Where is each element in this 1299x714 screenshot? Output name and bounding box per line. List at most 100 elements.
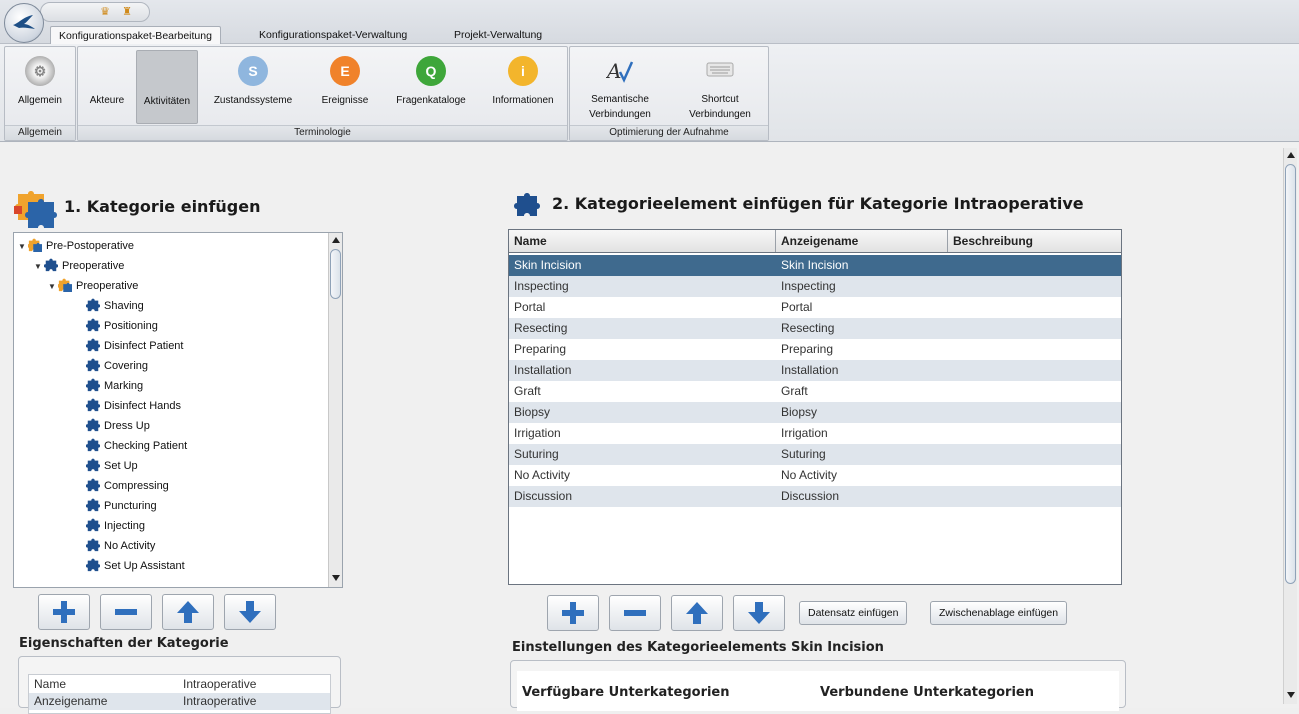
- zwischenablage-einfuegen-button[interactable]: Zwischenablage einfügen: [930, 601, 1068, 625]
- tree-node[interactable]: Disinfect Hands: [76, 396, 181, 416]
- category-tree[interactable]: ▼ Pre-Postoperative ▼ Preoperative ▼ Preopera…: [13, 232, 343, 588]
- table-row[interactable]: Biopsy Biopsy: [509, 402, 1121, 423]
- application-menu-button[interactable]: [4, 3, 44, 43]
- puzzle-icon: [86, 518, 100, 532]
- scrollbar-thumb[interactable]: [330, 249, 341, 299]
- expand-toggle-icon[interactable]: ▼: [34, 257, 44, 277]
- puzzle-icon: [86, 378, 100, 392]
- table-row[interactable]: Graft Graft: [509, 381, 1121, 402]
- zustandssysteme-button[interactable]: S Zustandssysteme: [203, 50, 303, 124]
- remove-element-button[interactable]: [609, 595, 661, 631]
- tab-konfigurationspaket-verwaltung[interactable]: Konfigurationspaket-Verwaltung: [251, 26, 415, 45]
- spellcheck-icon: A: [606, 59, 634, 83]
- ereignisse-button[interactable]: E Ereignisse: [310, 50, 380, 124]
- tree-node[interactable]: ▼ Pre-Postoperative: [18, 236, 134, 256]
- svg-text:A: A: [606, 59, 621, 83]
- puzzle-icon: [86, 298, 100, 312]
- main-vertical-scrollbar[interactable]: [1283, 148, 1297, 704]
- semantische-label-2: Verbindungen: [589, 109, 651, 120]
- expand-toggle-icon[interactable]: ▼: [48, 277, 58, 297]
- tree-node[interactable]: Compressing: [76, 476, 169, 496]
- expand-toggle-icon[interactable]: ▼: [18, 237, 28, 257]
- element-settings-panel: Verfügbare Unterkategorien Verbundene Un…: [510, 660, 1126, 711]
- open-icon[interactable]: ♜: [121, 6, 133, 18]
- tree-node[interactable]: Puncturing: [76, 496, 157, 516]
- tree-node[interactable]: Set Up: [76, 456, 138, 476]
- ereignisse-label: Ereignisse: [321, 95, 369, 106]
- save-icon[interactable]: ♛: [99, 6, 111, 18]
- column-header-anzeigename[interactable]: Anzeigename: [776, 230, 948, 252]
- tree-node[interactable]: Covering: [76, 356, 148, 376]
- allgemein-button[interactable]: ⚙ Allgemein: [8, 50, 72, 124]
- tree-vertical-scrollbar[interactable]: [328, 233, 342, 587]
- scroll-up-arrow-icon[interactable]: [1287, 152, 1295, 158]
- puzzle-icon: [86, 538, 100, 552]
- zustandssysteme-label: Zustandssysteme: [213, 95, 293, 106]
- akteure-button[interactable]: Akteure: [81, 50, 133, 124]
- table-row[interactable]: Portal Portal: [509, 297, 1121, 318]
- tree-node-label: Set Up: [104, 460, 138, 472]
- category-elements-table[interactable]: Name Anzeigename Beschreibung Skin Incis…: [508, 229, 1122, 585]
- table-row[interactable]: Irrigation Irrigation: [509, 423, 1121, 444]
- table-row[interactable]: Resecting Resecting: [509, 318, 1121, 339]
- tab-projekt-verwaltung[interactable]: Projekt-Verwaltung: [446, 26, 550, 45]
- property-row[interactable]: Name Intraoperative: [29, 676, 330, 693]
- table-cell-display: Installation: [781, 363, 839, 377]
- move-element-down-button[interactable]: [733, 595, 785, 631]
- column-header-beschreibung[interactable]: Beschreibung: [948, 230, 1121, 252]
- ereignisse-icon: E: [330, 56, 360, 86]
- tree-node[interactable]: Set Up Assistant: [76, 556, 185, 576]
- tree-node[interactable]: ▼ Preoperative: [48, 276, 138, 296]
- tree-node[interactable]: Disinfect Patient: [76, 336, 183, 356]
- tree-node[interactable]: Checking Patient: [76, 436, 187, 456]
- tab-konfigurationspaket-bearbeitung[interactable]: Konfigurationspaket-Bearbeitung: [50, 26, 221, 45]
- column-header-name[interactable]: Name: [509, 230, 776, 252]
- remove-category-button[interactable]: [100, 594, 152, 630]
- fragenkataloge-label: Fragenkataloge: [396, 95, 466, 106]
- add-element-button[interactable]: [547, 595, 599, 631]
- table-row[interactable]: No Activity No Activity: [509, 465, 1121, 486]
- table-header: Name Anzeigename Beschreibung: [509, 230, 1121, 253]
- table-row[interactable]: Skin Incision Skin Incision: [509, 255, 1121, 276]
- fragenkataloge-button[interactable]: Q Fragenkataloge: [384, 50, 478, 124]
- table-cell-name: Suturing: [514, 447, 559, 461]
- table-row[interactable]: Installation Installation: [509, 360, 1121, 381]
- property-row[interactable]: Anzeigename Intraoperative: [29, 693, 330, 710]
- tree-node-label: Preoperative: [76, 280, 139, 292]
- tree-node-label: Disinfect Hands: [104, 400, 182, 412]
- table-row[interactable]: Suturing Suturing: [509, 444, 1121, 465]
- table-cell-display: Irrigation: [781, 426, 828, 440]
- tree-node-label: Covering: [104, 360, 149, 372]
- table-row[interactable]: Discussion Discussion: [509, 486, 1121, 507]
- category-heading: 1. Kategorie einfügen: [64, 197, 261, 216]
- element-heading: 2. Kategorieelement einfügen für Kategor…: [552, 194, 1084, 213]
- tree-node[interactable]: ▼ Preoperative: [34, 256, 124, 276]
- tree-node[interactable]: Shaving: [76, 296, 144, 316]
- table-cell-display: Resecting: [781, 321, 835, 335]
- shortcut-verbindungen-button[interactable]: Shortcut Verbindungen: [674, 50, 766, 124]
- scroll-down-arrow-icon[interactable]: [332, 575, 340, 581]
- tree-node[interactable]: Injecting: [76, 516, 145, 536]
- plus-icon: [53, 601, 75, 623]
- tree-node[interactable]: Positioning: [76, 316, 158, 336]
- add-category-button[interactable]: [38, 594, 90, 630]
- tree-node[interactable]: No Activity: [76, 536, 155, 556]
- semantische-label-1: Semantische: [591, 94, 649, 105]
- table-row[interactable]: Preparing Preparing: [509, 339, 1121, 360]
- tree-node[interactable]: Marking: [76, 376, 143, 396]
- informationen-button[interactable]: i Informationen: [482, 50, 564, 124]
- scroll-up-arrow-icon[interactable]: [332, 237, 340, 243]
- semantische-verbindungen-button[interactable]: A Semantische Verbindungen: [574, 50, 666, 124]
- scroll-down-arrow-icon[interactable]: [1287, 692, 1295, 698]
- move-category-up-button[interactable]: [162, 594, 214, 630]
- move-element-up-button[interactable]: [671, 595, 723, 631]
- tree-node-label: Marking: [104, 380, 144, 392]
- aktivitaeten-button[interactable]: Aktivitäten: [136, 50, 198, 124]
- move-category-down-button[interactable]: [224, 594, 276, 630]
- table-cell-name: Portal: [514, 300, 546, 314]
- scrollbar-thumb[interactable]: [1285, 164, 1296, 584]
- table-row[interactable]: Inspecting Inspecting: [509, 276, 1121, 297]
- tree-node[interactable]: Dress Up: [76, 416, 150, 436]
- datensatz-einfuegen-button[interactable]: Datensatz einfügen: [799, 601, 908, 625]
- settings-inner: Verfügbare Unterkategorien Verbundene Un…: [517, 671, 1119, 711]
